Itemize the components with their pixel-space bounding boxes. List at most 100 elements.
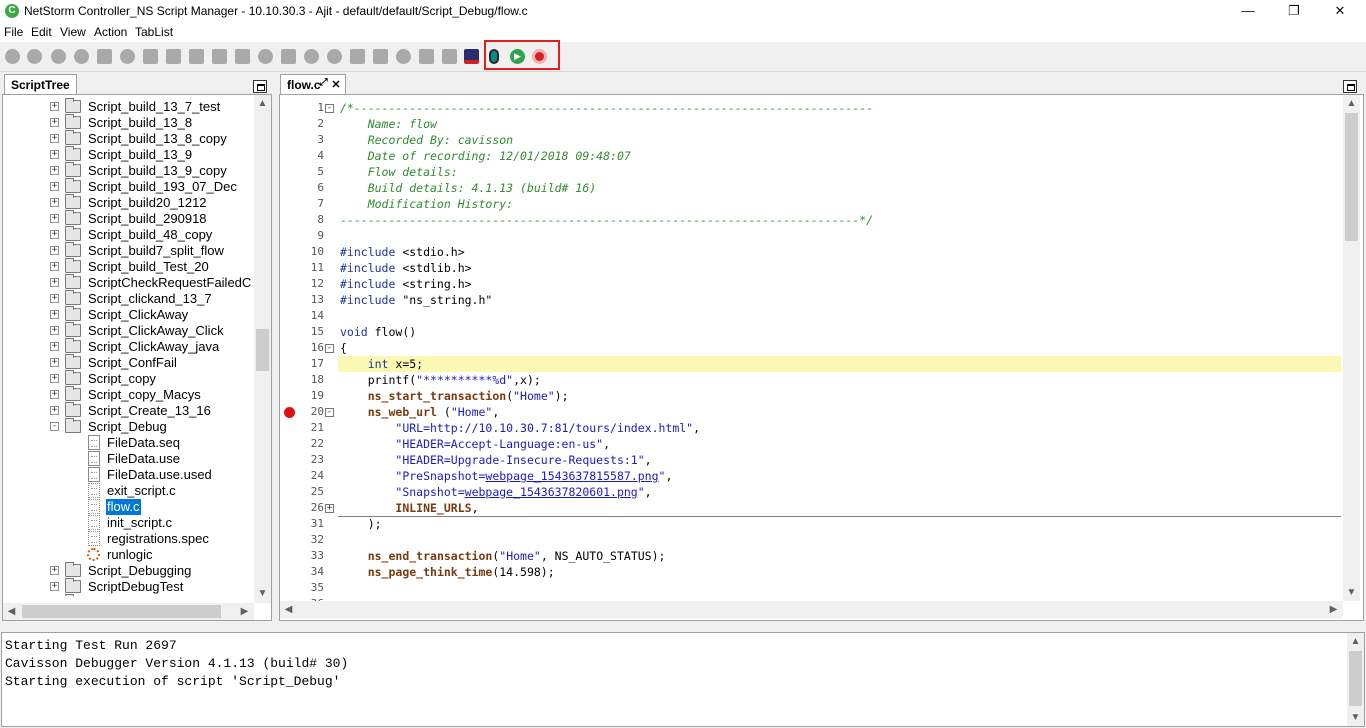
breakpoint-icon[interactable] bbox=[284, 407, 295, 418]
code-line[interactable]: "HEADER=Upgrade-Insecure-Requests:1", bbox=[338, 452, 1341, 468]
code-line[interactable]: ); bbox=[338, 516, 1341, 532]
fold-collapse-icon[interactable]: - bbox=[325, 408, 334, 417]
expand-icon[interactable]: + bbox=[50, 134, 59, 143]
expand-icon[interactable]: + bbox=[50, 182, 59, 191]
tree-folder-item[interactable]: + Script_build7_split_flow bbox=[3, 242, 253, 259]
tree-folder-item[interactable]: + Script_ClickAway bbox=[3, 306, 253, 323]
upload-icon[interactable] bbox=[235, 49, 250, 64]
code-line[interactable]: printf("**********%d",x); bbox=[338, 372, 1341, 388]
tree-folder-item[interactable]: + Script_build_13_8_copy bbox=[3, 130, 253, 147]
tree-file-item[interactable]: runlogic bbox=[3, 547, 253, 563]
code-line[interactable] bbox=[338, 580, 1341, 596]
tab-flow-c[interactable]: flow.c ✕ ⤢ bbox=[280, 74, 346, 94]
editor-scroll-left-icon[interactable]: ◀ bbox=[280, 601, 297, 618]
tree-folder-item[interactable]: + Script_Debugging bbox=[3, 562, 253, 579]
code-line[interactable]: "Snapshot=webpage_1543637820601.png", bbox=[338, 484, 1341, 500]
code-line[interactable] bbox=[338, 308, 1341, 324]
tree-folder-item[interactable]: + Script_build_193_07_Dec bbox=[3, 178, 253, 195]
menu-edit[interactable]: Edit bbox=[31, 25, 52, 39]
tree-file-item[interactable]: flow.c bbox=[3, 499, 253, 515]
code-line[interactable]: #include <stdio.h> bbox=[338, 244, 1341, 260]
expand-icon[interactable]: + bbox=[50, 198, 59, 207]
expand-icon[interactable]: + bbox=[50, 582, 59, 591]
expand-icon[interactable]: + bbox=[50, 294, 59, 303]
editor-horizontal-scrollbar[interactable]: ◀ ▶ bbox=[280, 601, 1343, 618]
expand-icon[interactable]: + bbox=[50, 406, 59, 415]
console-output[interactable]: Starting Test Run 2697 Cavisson Debugger… bbox=[1, 632, 1365, 727]
save-icon[interactable] bbox=[166, 49, 181, 64]
scroll-left-icon[interactable]: ◀ bbox=[3, 603, 20, 620]
tab-scripttree[interactable]: ScriptTree bbox=[4, 74, 77, 94]
expand-icon[interactable]: + bbox=[50, 262, 59, 271]
console-scroll-thumb[interactable] bbox=[1349, 651, 1362, 706]
snapshot-link[interactable]: webpage_1543637815587.png bbox=[485, 469, 658, 483]
code-line[interactable]: ns_page_think_time(14.598); bbox=[338, 564, 1341, 580]
new-icon[interactable] bbox=[5, 49, 20, 64]
editor-scroll-right-icon[interactable]: ▶ bbox=[1325, 601, 1342, 618]
code-line[interactable]: #include <string.h> bbox=[338, 276, 1341, 292]
editor-scroll-down-icon[interactable]: ▼ bbox=[1343, 584, 1360, 601]
code-line[interactable] bbox=[338, 532, 1341, 548]
pause-icon[interactable] bbox=[74, 49, 89, 64]
menu-tablist[interactable]: TabList bbox=[135, 25, 173, 39]
expand-icon[interactable]: + bbox=[50, 374, 59, 383]
menu-file[interactable]: File bbox=[4, 25, 23, 39]
tree-folder-item[interactable]: + Script_ClickAway_java bbox=[3, 338, 253, 355]
expand-icon[interactable]: + bbox=[50, 358, 59, 367]
tree-folder-item[interactable]: + Script_copy_Macys bbox=[3, 386, 253, 403]
tree-folder-item[interactable]: + Script_ConfFail bbox=[3, 354, 253, 371]
settings-icon[interactable] bbox=[258, 49, 273, 64]
cancel-icon[interactable] bbox=[51, 49, 66, 64]
code-line[interactable]: #include "ns_string.h" bbox=[338, 292, 1341, 308]
code-line[interactable]: Date of recording: 12/01/2018 09:48:07 bbox=[338, 148, 1341, 164]
expand-icon[interactable]: + bbox=[50, 214, 59, 223]
code-line[interactable]: Flow details: bbox=[338, 164, 1341, 180]
tree-scroll-thumb[interactable] bbox=[256, 329, 269, 371]
expand-icon[interactable]: + bbox=[50, 118, 59, 127]
tree-file-item[interactable]: FileData.seq bbox=[3, 435, 253, 451]
code-line[interactable]: ns_end_transaction("Home", NS_AUTO_STATU… bbox=[338, 548, 1341, 564]
code-line[interactable]: "URL=http://10.10.30.7:81/tours/index.ht… bbox=[338, 420, 1341, 436]
comment-icon[interactable] bbox=[120, 49, 135, 64]
console-scroll-up-icon[interactable]: ▲ bbox=[1347, 633, 1364, 650]
code-line[interactable]: ns_start_transaction("Home"); bbox=[338, 388, 1341, 404]
tree-folder-item[interactable]: + Script_build_Test_20 bbox=[3, 258, 253, 275]
tree-folder-item[interactable]: + Script_clickand_13_7 bbox=[3, 290, 253, 307]
expand-icon[interactable]: + bbox=[50, 390, 59, 399]
tree-horizontal-scrollbar[interactable]: ◀ ▶ bbox=[3, 603, 254, 620]
minimize-icon[interactable]: — bbox=[1225, 0, 1271, 23]
scroll-up-icon[interactable]: ▲ bbox=[254, 95, 271, 112]
fold-collapse-icon[interactable]: - bbox=[325, 344, 334, 353]
code-line[interactable]: ----------------------------------------… bbox=[338, 212, 1341, 228]
scroll-down-icon[interactable]: ▼ bbox=[254, 585, 271, 602]
build-icon[interactable] bbox=[442, 49, 457, 64]
editor-gutter[interactable]: 1-2 3 4 5 6 7 8 9 10 11 12 13 14 15 16-17 18 19 20-21 22 23… bbox=[280, 95, 338, 610]
expand-icon[interactable]: + bbox=[50, 310, 59, 319]
list-icon[interactable] bbox=[143, 49, 158, 64]
code-line[interactable]: Name: flow bbox=[338, 116, 1341, 132]
copy-icon[interactable] bbox=[189, 49, 204, 64]
menu-action[interactable]: Action bbox=[94, 25, 127, 39]
code-line[interactable]: { bbox=[338, 340, 1341, 356]
maximize-tree-icon[interactable] bbox=[253, 80, 267, 93]
maximize-editor-icon[interactable] bbox=[1343, 80, 1357, 93]
scroll-right-icon[interactable]: ▶ bbox=[236, 603, 253, 620]
expand-icon[interactable]: + bbox=[50, 342, 59, 351]
tree-folder-item[interactable]: - Script_Debug bbox=[3, 418, 253, 435]
tree-folder-item[interactable]: + Script_build_13_8 bbox=[3, 114, 253, 131]
code-line[interactable]: void flow() bbox=[338, 324, 1341, 340]
current-code-line[interactable]: int x=5; bbox=[338, 356, 1341, 372]
tree-file-item[interactable]: init_script.c bbox=[3, 515, 253, 531]
code-line[interactable]: ns_web_url ("Home", bbox=[338, 404, 1341, 420]
editor-scroll-up-icon[interactable]: ▲ bbox=[1343, 95, 1360, 112]
map-icon[interactable] bbox=[304, 49, 319, 64]
menu-view[interactable]: View bbox=[60, 25, 86, 39]
code-line[interactable]: #include <stdlib.h> bbox=[338, 260, 1341, 276]
tree-hscroll-thumb[interactable] bbox=[22, 605, 221, 618]
console-scroll-down-icon[interactable]: ▼ bbox=[1347, 709, 1364, 726]
tree-folder-item[interactable]: +ScriptDebugTestCheckpoint bbox=[3, 594, 253, 596]
expand-icon[interactable]: + bbox=[50, 278, 59, 287]
expand-icon[interactable]: + bbox=[50, 566, 59, 575]
code-line[interactable]: Modification History: bbox=[338, 196, 1341, 212]
tab-close-icon[interactable]: ✕ bbox=[331, 78, 340, 91]
